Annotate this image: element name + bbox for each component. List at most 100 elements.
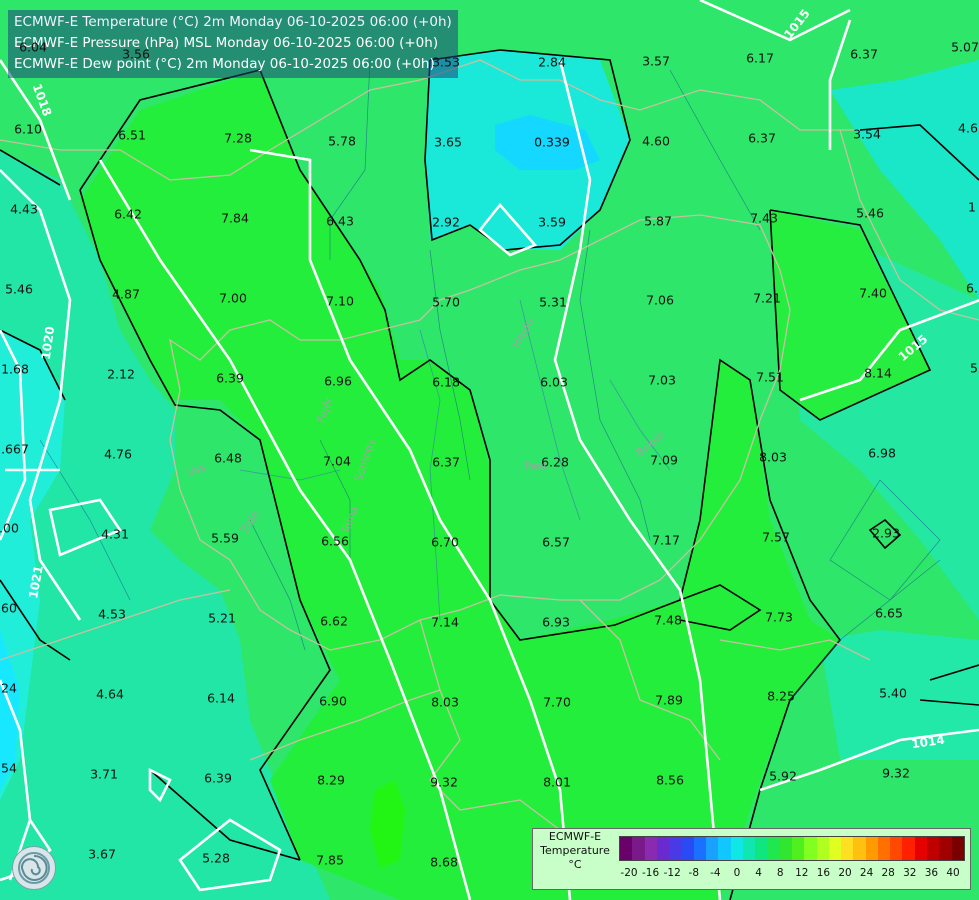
- value-label: 4.87: [112, 286, 140, 302]
- value-label: 6.56: [321, 533, 349, 549]
- value-label: 5.78: [328, 133, 356, 149]
- value-label: 2.84: [538, 54, 566, 70]
- weather-map: ECMWF-E Temperature (°C) 2m Monday 06-10…: [0, 0, 979, 900]
- provider-logo: [12, 846, 56, 890]
- value-label: 6.17: [746, 50, 774, 66]
- value-label: 2.12: [107, 366, 135, 382]
- map-base: [0, 0, 979, 900]
- value-label: 7.48: [654, 612, 682, 628]
- value-label: 6.04: [19, 39, 47, 55]
- value-label: 7.03: [648, 372, 676, 388]
- value-label: 5: [970, 360, 978, 376]
- value-label: 5.46: [5, 281, 33, 297]
- value-label: 6.39: [216, 370, 244, 386]
- legend-swatch: [767, 837, 780, 860]
- legend-swatch: [877, 837, 891, 860]
- value-label: .00: [0, 520, 19, 536]
- value-label: 7.84: [221, 210, 249, 226]
- swirl-icon: [18, 852, 50, 884]
- value-label: 4.6: [958, 120, 978, 136]
- value-label: 6.62: [320, 613, 348, 629]
- legend-tick: -16: [642, 867, 660, 879]
- value-label: 7.28: [224, 130, 252, 146]
- legend-title-line: °C: [568, 858, 582, 871]
- place-label: Pest: [524, 459, 548, 473]
- value-label: 6.42: [114, 206, 142, 222]
- value-label: .54: [0, 760, 17, 776]
- legend-swatch: [939, 837, 952, 860]
- value-label: 5.59: [211, 530, 239, 546]
- value-label: .24: [0, 680, 17, 696]
- value-label: 7.21: [753, 290, 781, 306]
- legend-tick: 32: [903, 867, 917, 879]
- value-label: 7.40: [859, 285, 887, 301]
- legend-tick: -20: [620, 867, 638, 879]
- value-label: 7.17: [652, 532, 680, 548]
- legend-swatch: [779, 837, 792, 860]
- legend-swatch: [951, 837, 964, 860]
- value-label: 8.29: [317, 772, 345, 788]
- value-label: 1.68: [1, 361, 29, 377]
- title-line-pressure: ECMWF-E Pressure (hPa) MSL Monday 06-10-…: [14, 35, 439, 51]
- legend-swatch: [841, 837, 854, 860]
- value-label: 7.14: [431, 614, 459, 630]
- legend-tick: 20: [838, 867, 852, 879]
- value-label: 6.90: [319, 693, 347, 709]
- legend-swatch: [632, 837, 645, 860]
- value-label: 4.60: [642, 133, 670, 149]
- legend-swatch: [902, 837, 915, 860]
- legend-tick: 24: [859, 867, 874, 879]
- value-label: 6.37: [748, 130, 776, 146]
- value-label: 7.70: [543, 694, 571, 710]
- legend-swatch: [816, 837, 829, 860]
- value-label: 6.43: [326, 213, 354, 229]
- title-box: ECMWF-E Temperature (°C) 2m Monday 06-10…: [8, 10, 458, 78]
- value-label: 7.06: [646, 292, 674, 308]
- value-label: 7.43: [750, 210, 778, 226]
- value-label: 6.37: [432, 454, 460, 470]
- value-label: 7.57: [762, 529, 790, 545]
- value-label: 4.43: [10, 201, 38, 217]
- value-label: 6.98: [868, 445, 896, 461]
- legend-swatch: [681, 837, 694, 860]
- legend-swatch: [669, 837, 682, 860]
- value-label: 3.54: [853, 126, 881, 142]
- value-label: 3.59: [538, 214, 566, 230]
- value-label: 5.07: [951, 39, 979, 55]
- legend-tick: 36: [924, 867, 939, 879]
- value-label: 8.25: [767, 688, 795, 704]
- value-label: 7.73: [765, 609, 793, 625]
- legend-tick: 40: [946, 867, 960, 879]
- value-label: 6.03: [540, 374, 568, 390]
- value-label: 9.32: [882, 765, 910, 781]
- value-label: 5.21: [208, 610, 236, 626]
- legend-tick: 0: [733, 867, 741, 879]
- value-label: 7.51: [756, 369, 784, 385]
- value-label: 0.339: [534, 134, 570, 150]
- value-label: 7.10: [326, 293, 354, 309]
- value-label: 8.56: [656, 772, 684, 788]
- value-label: 6.57: [542, 534, 570, 550]
- value-label: 5.92: [769, 768, 797, 784]
- legend-tick: -12: [663, 867, 681, 879]
- value-label: 7.89: [655, 692, 683, 708]
- legend-swatch: [742, 837, 756, 860]
- legend-title: ECMWF-E Temperature °C: [535, 829, 615, 890]
- value-label: 8.68: [430, 854, 458, 870]
- value-label: 6.18: [432, 374, 460, 390]
- title-line-dewpoint: ECMWF-E Dew point (°C) 2m Monday 06-10-2…: [14, 56, 435, 72]
- legend-tick: 28: [881, 867, 895, 879]
- value-label: 1: [968, 199, 976, 215]
- value-label: 7.04: [323, 453, 351, 469]
- value-label: 6.14: [207, 690, 235, 706]
- value-label: .667: [1, 441, 29, 457]
- value-label: 3.56: [122, 46, 150, 62]
- value-label: 4.31: [101, 526, 129, 542]
- legend-swatch: [804, 837, 817, 860]
- legend-swatch: [828, 837, 842, 860]
- legend-swatch: [927, 837, 940, 860]
- legend-swatch: [620, 837, 633, 860]
- legend-swatch: [890, 837, 903, 860]
- legend-title-line: ECMWF-E: [548, 830, 602, 843]
- value-label: 8.03: [759, 449, 787, 465]
